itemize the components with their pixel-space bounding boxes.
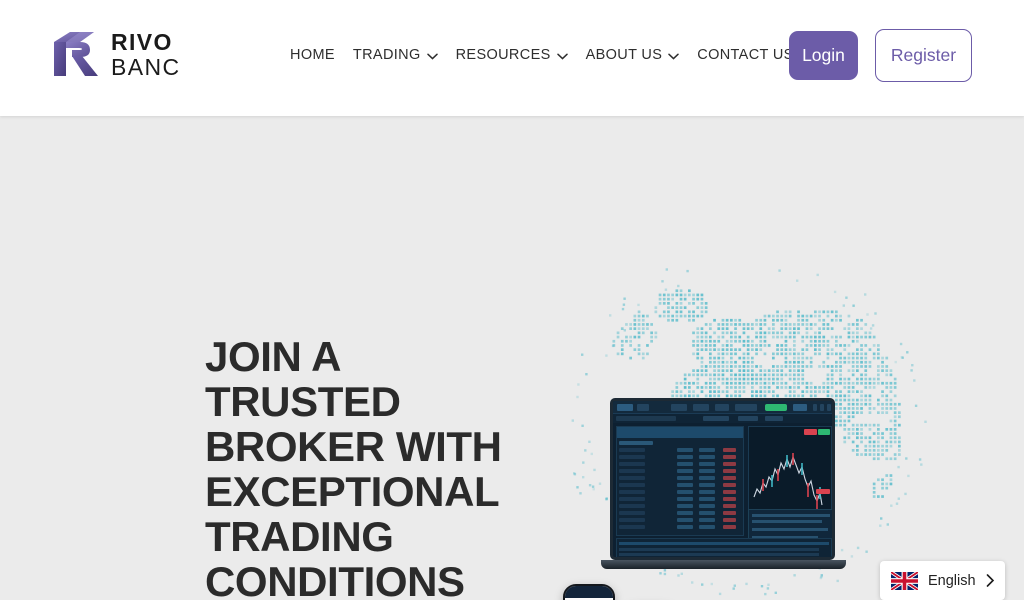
page-root: RIVO BANC HOME TRADING RESOURCES ABOUT U… <box>0 0 1024 600</box>
rivo-r-monogram-icon <box>50 30 102 80</box>
nav-item-label: HOME <box>290 47 335 63</box>
nav-item-home[interactable]: HOME <box>290 47 335 63</box>
nav-item-contact-us[interactable]: CONTACT US <box>697 47 793 63</box>
nav-item-label: TRADING <box>353 47 421 63</box>
chevron-right-icon <box>986 574 995 587</box>
platform-topbar <box>613 401 832 414</box>
brand-name-line2: BANC <box>111 56 181 79</box>
nav-item-about-us[interactable]: ABOUT US <box>586 47 680 63</box>
brand-wordmark: RIVO BANC <box>111 31 181 79</box>
site-header: RIVO BANC HOME TRADING RESOURCES ABOUT U… <box>0 0 1024 116</box>
hero-section: JOIN A TRUSTED BROKER WITH EXCEPTIONAL T… <box>0 116 1024 600</box>
laptop-screen <box>610 398 835 560</box>
candlestick-series <box>752 439 824 519</box>
platform-instrument-table <box>616 426 744 536</box>
language-label: English <box>928 573 976 589</box>
nav-item-trading[interactable]: TRADING <box>353 47 438 63</box>
nav-item-label: CONTACT US <box>697 47 793 63</box>
register-button[interactable]: Register <box>875 29 972 82</box>
chevron-down-icon <box>668 53 679 60</box>
phone-device-light <box>563 584 615 600</box>
brand-logo[interactable]: RIVO BANC <box>50 30 181 80</box>
nav-item-resources[interactable]: RESOURCES <box>456 47 568 63</box>
nav-item-label: ABOUT US <box>586 47 663 63</box>
hero-artwork <box>530 266 950 600</box>
brand-name-line1: RIVO <box>111 31 181 54</box>
chevron-down-icon <box>557 53 568 60</box>
phone-light-header <box>565 586 613 598</box>
login-button[interactable]: Login <box>789 31 858 80</box>
language-selector[interactable]: English <box>880 561 1005 600</box>
uk-flag-icon <box>891 572 918 590</box>
platform-searchbar <box>613 414 832 423</box>
platform-positions-panel <box>616 538 832 560</box>
hero-title: JOIN A TRUSTED BROKER WITH EXCEPTIONAL T… <box>205 334 535 600</box>
main-navigation: HOME TRADING RESOURCES ABOUT US CONTACT … <box>290 47 794 63</box>
laptop-base <box>601 560 846 569</box>
nav-item-label: RESOURCES <box>456 47 551 63</box>
chevron-down-icon <box>427 53 438 60</box>
laptop-device <box>610 398 855 583</box>
